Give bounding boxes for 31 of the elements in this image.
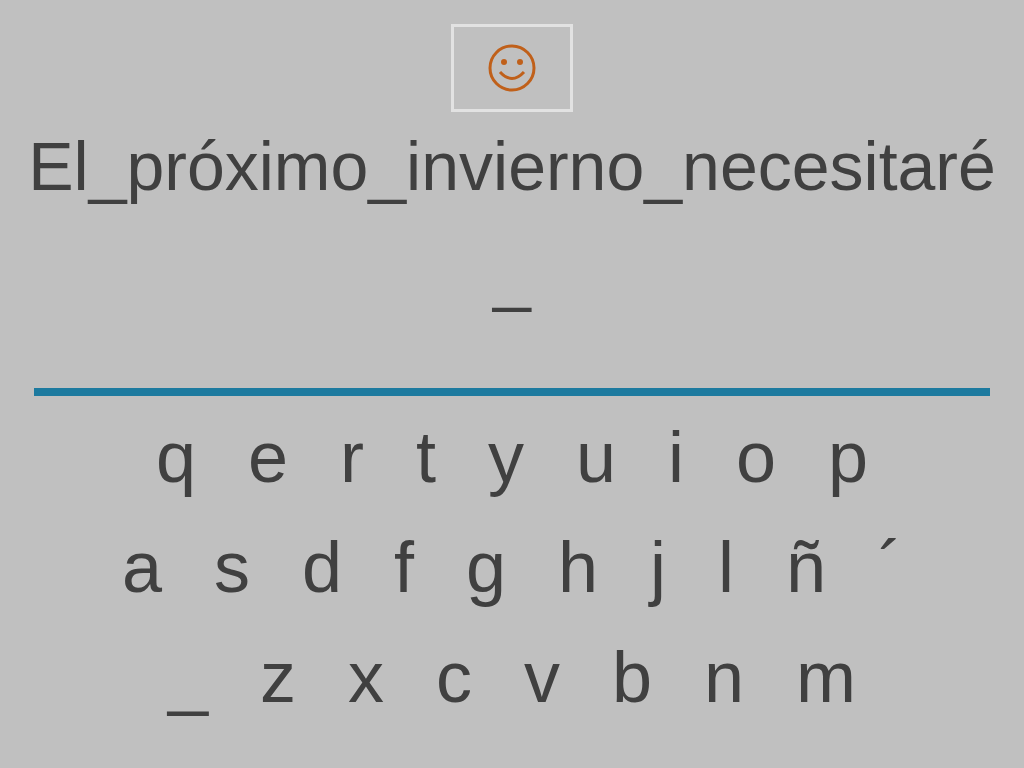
hint-button[interactable] — [451, 24, 573, 112]
letter-key[interactable]: s — [213, 526, 250, 608]
letter-key[interactable]: z — [259, 636, 296, 718]
letter-key[interactable]: q — [155, 416, 196, 498]
smiley-icon — [487, 43, 537, 93]
letter-key[interactable]: p — [828, 416, 869, 498]
letter-key[interactable]: n — [704, 636, 745, 718]
sentence-text: _ — [493, 238, 531, 310]
letter-key[interactable]: f — [393, 526, 414, 608]
letter-key[interactable]: ñ — [786, 526, 827, 608]
letter-key[interactable]: v — [523, 636, 560, 718]
letter-key[interactable]: c — [435, 636, 472, 718]
letter-key[interactable]: l — [718, 526, 735, 608]
letter-key[interactable]: d — [301, 526, 342, 608]
letter-key[interactable]: r — [339, 416, 364, 498]
letter-key[interactable]: y — [487, 416, 524, 498]
letter-key[interactable]: t — [415, 416, 436, 498]
letter-key[interactable]: x — [347, 636, 384, 718]
letter-key[interactable]: j — [650, 526, 667, 608]
letter-key[interactable]: a — [121, 526, 162, 608]
letter-key[interactable]: _ — [167, 636, 208, 718]
letter-key[interactable]: b — [611, 636, 652, 718]
letter-key[interactable]: u — [575, 416, 616, 498]
letter-key[interactable]: e — [247, 416, 288, 498]
letter-key[interactable]: m — [796, 636, 857, 718]
letter-key[interactable]: o — [736, 416, 777, 498]
letter-key[interactable]: h — [558, 526, 599, 608]
letter-key[interactable]: i — [668, 416, 684, 498]
letter-key[interactable]: g — [466, 526, 507, 608]
letter-key[interactable]: ´ — [878, 526, 903, 608]
sentence-text: El_próximo_invierno_necesitaré — [28, 130, 996, 202]
